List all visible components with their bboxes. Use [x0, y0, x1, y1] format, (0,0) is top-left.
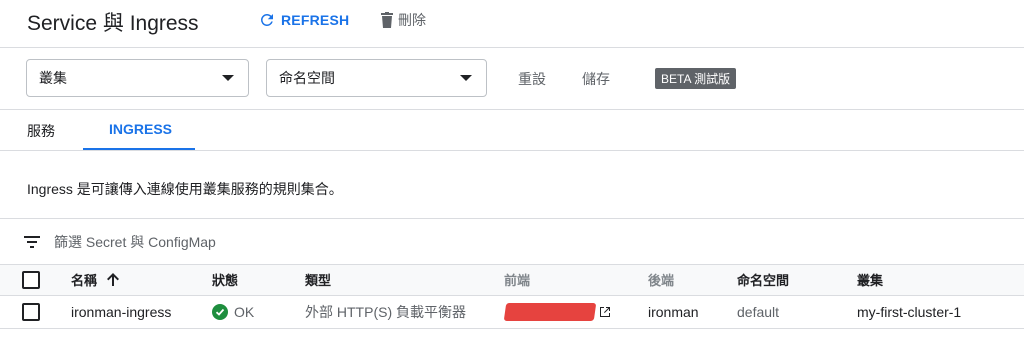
column-name-label: 名稱 [71, 273, 98, 288]
open-in-new-icon [600, 307, 610, 317]
beta-badge: BETA 測試版 [655, 68, 737, 89]
cluster-select[interactable]: 叢集 [26, 59, 249, 97]
arrow-up-icon [107, 273, 120, 286]
check-circle-icon [212, 304, 228, 320]
row-name-link[interactable]: ironman-ingress [71, 297, 171, 327]
namespace-select-label: 命名空間 [279, 70, 335, 86]
divider [0, 150, 1024, 151]
filter-list-icon [24, 236, 40, 248]
tab-services[interactable]: 服務 [27, 121, 55, 141]
row-status: OK [212, 297, 254, 327]
column-cluster-header[interactable]: 叢集 [857, 264, 883, 295]
chevron-down-icon [222, 75, 234, 81]
namespace-select[interactable]: 命名空間 [266, 59, 487, 97]
trash-icon [381, 12, 393, 28]
column-backend-header: 後端 [648, 273, 675, 288]
column-namespace-header[interactable]: 命名空間 [737, 264, 789, 295]
row-checkbox[interactable] [22, 303, 40, 321]
delete-button[interactable]: 刪除 [380, 10, 426, 30]
row-cluster-link[interactable]: my-first-cluster-1 [857, 297, 961, 327]
select-all-checkbox-cell[interactable] [22, 264, 40, 295]
tab-ingress[interactable]: INGRESS [109, 121, 172, 137]
table-filter-label: 篩選 Secret 與 ConfigMap [54, 234, 216, 250]
redacted-frontend-address [503, 303, 597, 321]
cluster-select-label: 叢集 [39, 70, 67, 86]
chevron-down-icon [460, 75, 472, 81]
divider [0, 218, 1024, 219]
row-status-label: OK [234, 304, 255, 320]
page-title: Service 與 Ingress [27, 12, 199, 35]
column-status-header[interactable]: 狀態 [212, 264, 238, 295]
refresh-icon [260, 13, 273, 26]
table-row [22, 297, 40, 327]
divider [0, 328, 1024, 329]
ingress-description: Ingress 是可讓傳入連線使用叢集服務的規則集合。 [27, 181, 343, 197]
divider [0, 295, 1024, 296]
refresh-button[interactable]: REFRESH [258, 10, 349, 30]
reset-button[interactable]: 重設 [518, 69, 546, 89]
delete-label: 刪除 [398, 12, 426, 28]
column-type-header[interactable]: 類型 [305, 264, 331, 295]
table-filter[interactable]: 篩選 Secret 與 ConfigMap [24, 232, 216, 252]
row-type: 外部 HTTP(S) 負載平衡器 [305, 304, 466, 320]
divider [0, 47, 1024, 48]
row-frontend-link[interactable] [503, 297, 611, 327]
save-button[interactable]: 儲存 [582, 69, 610, 89]
row-backend-link[interactable]: ironman [648, 297, 699, 327]
divider [0, 109, 1024, 110]
select-all-checkbox[interactable] [22, 270, 40, 289]
row-namespace: default [737, 304, 780, 320]
column-name-header[interactable]: 名稱 [71, 264, 120, 295]
column-frontend-header: 前端 [504, 273, 531, 288]
refresh-label: REFRESH [281, 12, 350, 28]
